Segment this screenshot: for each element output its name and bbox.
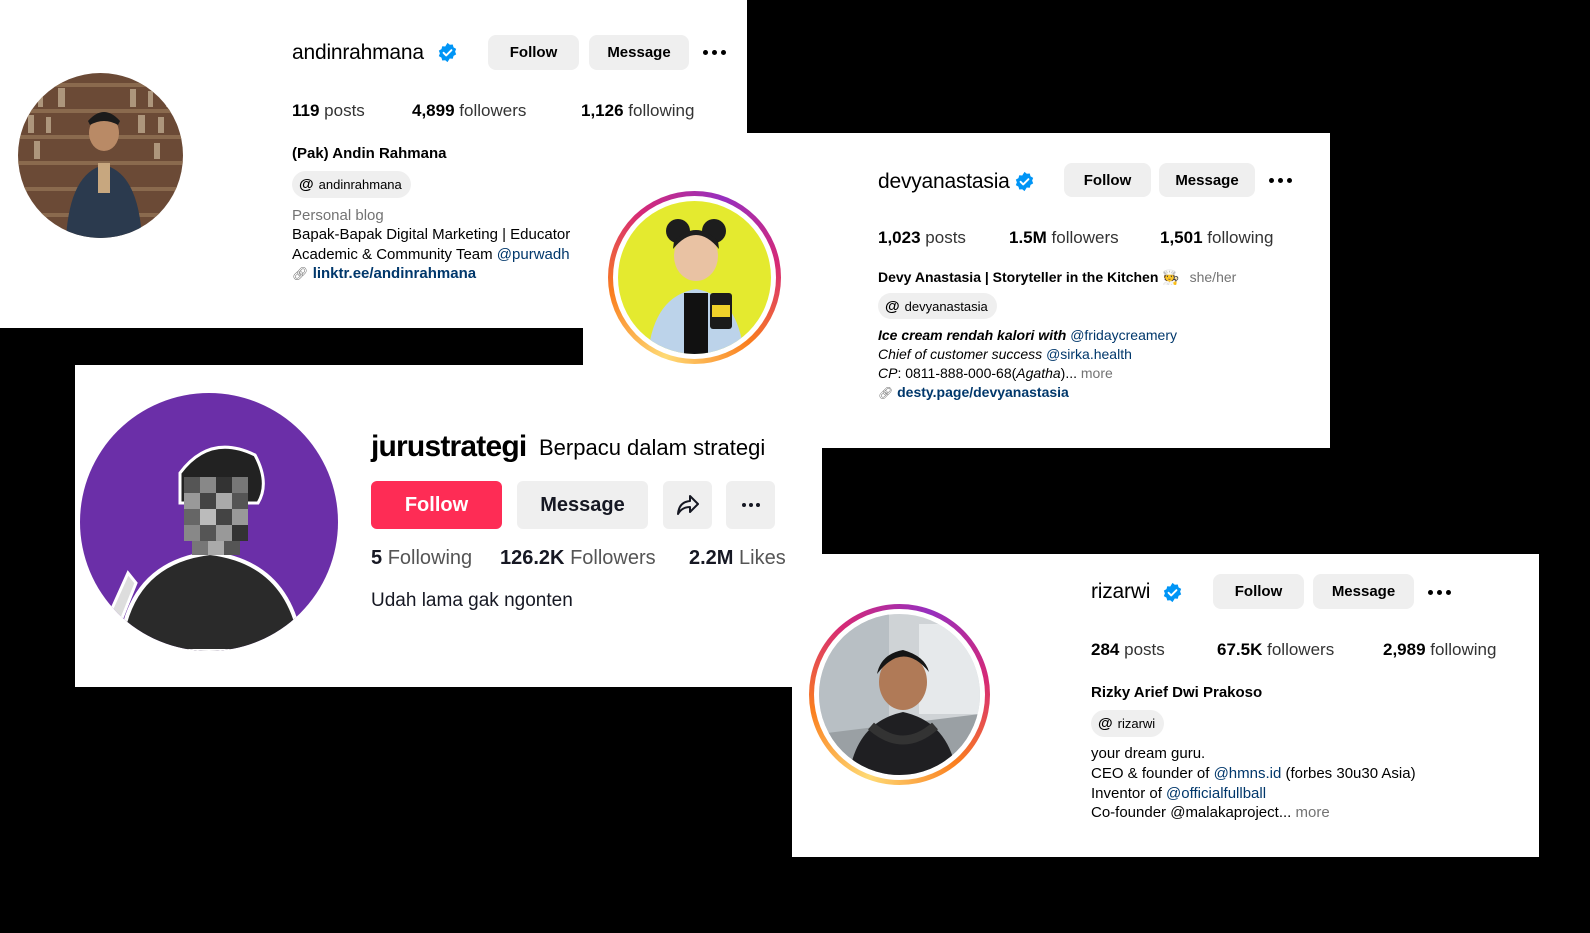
following-count[interactable]: 2,989 following [1383, 640, 1496, 660]
avatar[interactable] [819, 614, 980, 775]
avatar-photo [819, 614, 980, 775]
avatar-photo [18, 73, 183, 238]
following-count[interactable]: 1,126 following [581, 101, 694, 121]
share-icon [676, 495, 699, 515]
mention-link[interactable]: @fridaycreamery [1070, 327, 1177, 343]
avatar[interactable] [80, 393, 338, 651]
followers-count[interactable]: 67.5K followers [1217, 640, 1334, 660]
follow-button[interactable]: Follow [1213, 574, 1304, 609]
follow-button[interactable]: Follow [1064, 163, 1151, 197]
follow-button[interactable]: Follow [488, 35, 579, 70]
mention-link[interactable]: @purwadh [497, 246, 570, 263]
threads-badge[interactable]: @ andinrahmana [292, 171, 411, 198]
avatar[interactable] [618, 201, 771, 354]
profile-card-jurustrategi: jurustrategi Berpacu dalam strategi Foll… [75, 365, 822, 687]
message-button[interactable]: Message [589, 35, 689, 70]
more-options-icon[interactable] [1428, 590, 1451, 595]
link-icon: 🔗︎ [878, 386, 894, 400]
display-name: (Pak) Andin Rahmana [292, 145, 447, 162]
avatar[interactable] [18, 73, 183, 238]
display-name: Rizky Arief Dwi Prakoso [1091, 684, 1263, 701]
threads-icon: @ [299, 176, 314, 193]
more-options-icon[interactable] [726, 481, 775, 529]
more-link[interactable]: more [1296, 804, 1330, 821]
more-options-icon[interactable] [703, 50, 726, 55]
mention-link[interactable]: @sirka.health [1046, 346, 1132, 362]
bio-line-2: Chief of customer success @sirka.health [878, 346, 1132, 362]
username: rizarwi [1091, 580, 1151, 603]
external-link[interactable]: 🔗︎ linktr.ee/andinrahmana [292, 264, 476, 284]
bio-line-2: CEO & founder of @hmns.id (forbes 30u30 … [1091, 765, 1416, 782]
following-count[interactable]: 5 Following [371, 547, 472, 570]
bio-line-3: Inventor of @officialfullball [1091, 785, 1267, 802]
bio-line-1: Ice cream rendah kalori with @fridaycrea… [878, 327, 1177, 343]
threads-icon: @ [885, 297, 900, 315]
threads-badge[interactable]: @ rizarwi [1091, 710, 1165, 737]
bio-line-3: CP: 0811-888-000-68(Agatha)... more [878, 365, 1113, 381]
external-link[interactable]: 🔗︎ desty.page/devyanastasia [878, 384, 1069, 400]
mention-link[interactable]: @hmns.id [1214, 765, 1282, 782]
followers-count[interactable]: 1.5M followers [1009, 228, 1119, 248]
verified-badge-icon [1015, 171, 1034, 192]
category-label: Personal blog [292, 207, 384, 224]
verified-badge-icon [1163, 582, 1182, 603]
more-options-icon[interactable] [1269, 178, 1292, 183]
username: jurustrategi [371, 430, 527, 463]
following-count[interactable]: 1,501 following [1160, 228, 1273, 248]
avatar-photo [618, 201, 771, 354]
message-button[interactable]: Message [517, 481, 648, 529]
followers-count[interactable]: 4,899 followers [412, 101, 526, 121]
nickname: Berpacu dalam strategi [539, 435, 766, 460]
username: devyanastasia [878, 170, 1010, 193]
posts-count: 1,023 posts [878, 228, 966, 247]
follow-button[interactable]: Follow [371, 481, 502, 529]
posts-count: 119 posts [292, 101, 365, 120]
mention-link[interactable]: @officialfullball [1166, 785, 1266, 802]
posts-count: 284 posts [1091, 640, 1165, 659]
bio: Udah lama gak ngonten [371, 590, 573, 611]
bio-line-2: Academic & Community Team @purwadh [292, 246, 570, 263]
bio-line-1: your dream guru. [1091, 745, 1206, 762]
display-name: Devy Anastasia | Storyteller in the Kitc… [878, 269, 1237, 285]
profile-card-rizarwi: rizarwi Follow Message 284 posts 67.5K f… [792, 554, 1539, 857]
chef-emoji: 🧑‍🍳 [1162, 269, 1180, 285]
threads-badge[interactable]: @ devyanastasia [878, 293, 997, 319]
bio-line-4: Co-founder @malakaproject... more [1091, 804, 1330, 821]
bio-line-1: Bapak-Bapak Digital Marketing | Educator [292, 226, 571, 243]
threads-icon: @ [1098, 715, 1113, 732]
followers-count[interactable]: 126.2K Followers [500, 547, 656, 570]
avatar-photo [80, 393, 338, 651]
link-icon: 🔗︎ [292, 266, 309, 281]
message-button[interactable]: Message [1313, 574, 1414, 609]
threads-handle: devyanastasia [904, 298, 988, 314]
verified-badge-icon [438, 42, 457, 63]
threads-handle: andinrahmana [318, 177, 402, 192]
message-button[interactable]: Message [1159, 163, 1255, 197]
likes-count: 2.2M Likes [689, 547, 786, 569]
share-button[interactable] [663, 481, 712, 529]
threads-handle: rizarwi [1117, 716, 1156, 731]
pronouns: she/her [1189, 269, 1237, 285]
more-link[interactable]: more [1081, 365, 1113, 381]
username: andinrahmana [292, 41, 424, 64]
